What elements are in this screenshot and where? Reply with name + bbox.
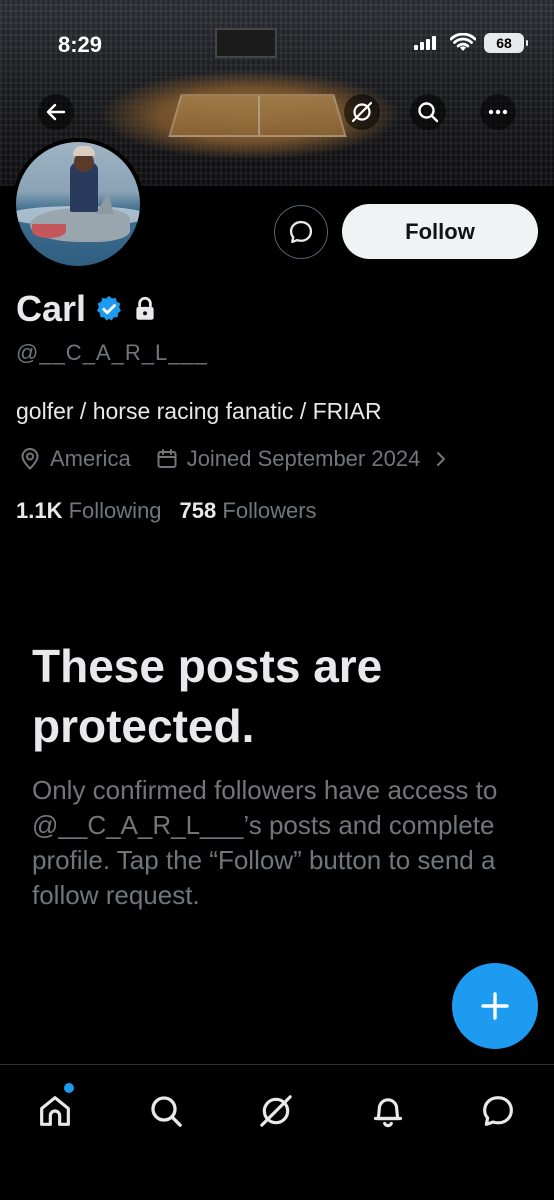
calendar-icon <box>157 449 177 468</box>
joined-text: Joined September 2024 <box>186 446 421 471</box>
protected-title: These posts are protected. <box>32 640 383 752</box>
back-arrow-icon <box>46 103 66 121</box>
follow-counts: 1.1K Following 758 Followers <box>16 498 317 524</box>
grok-icon <box>260 1095 292 1127</box>
display-name: Carl <box>16 288 87 329</box>
status-bar: 8:29 68 <box>0 30 554 60</box>
more-options-button[interactable] <box>480 94 516 130</box>
follow-button[interactable]: Follow <box>342 204 538 259</box>
verified-badge-icon[interactable] <box>94 294 124 324</box>
more-dots-icon <box>488 109 508 115</box>
location-pin-icon <box>21 448 39 470</box>
plus-icon <box>481 992 509 1020</box>
back-button[interactable] <box>38 94 74 130</box>
lock-icon <box>136 296 154 320</box>
search-icon <box>151 1096 182 1127</box>
followers-label: Followers <box>222 498 317 523</box>
search-profile-button[interactable] <box>410 94 446 130</box>
nav-messages[interactable] <box>474 1087 522 1135</box>
status-time: 8:29 <box>58 32 103 57</box>
following-count: 1.1K <box>16 498 63 523</box>
nav-notifications[interactable] <box>364 1087 412 1135</box>
home-notification-dot <box>64 1083 74 1093</box>
bell-icon <box>373 1098 403 1128</box>
cellular-signal-icon <box>414 36 436 50</box>
compose-button[interactable] <box>452 963 538 1049</box>
wifi-icon <box>449 32 477 58</box>
profile-meta: America Joined September 2024 <box>18 446 450 472</box>
grok-button[interactable] <box>344 94 380 130</box>
followers-count: 758 <box>179 498 217 523</box>
battery-icon: 68 <box>484 33 528 53</box>
nav-search[interactable] <box>142 1087 190 1135</box>
home-icon <box>40 1096 70 1126</box>
joined-item[interactable]: Joined September 2024 <box>155 446 451 472</box>
nav-grok[interactable] <box>252 1087 300 1135</box>
location-item: America <box>18 446 131 472</box>
following-link[interactable]: 1.1K Following <box>16 498 162 524</box>
search-icon <box>418 102 439 123</box>
location-text: America <box>50 446 131 471</box>
followers-link[interactable]: 758 Followers <box>180 498 317 524</box>
grok-icon <box>351 101 373 123</box>
bottom-navigation <box>0 1064 554 1200</box>
chevron-right-icon <box>437 452 446 466</box>
nav-home[interactable] <box>31 1087 79 1135</box>
message-button[interactable] <box>274 205 328 259</box>
messages-icon <box>483 1096 513 1126</box>
chat-bubble-icon <box>289 220 313 244</box>
profile-bio: golfer / horse racing fanatic / FRIAR <box>16 398 382 424</box>
protected-description: Only confirmed followers have access to … <box>32 775 498 910</box>
avatar[interactable] <box>12 138 144 270</box>
profile-name-row: Carl <box>16 288 158 330</box>
following-label: Following <box>68 498 162 523</box>
profile-handle: @__C_A_R_L___ <box>16 340 208 365</box>
